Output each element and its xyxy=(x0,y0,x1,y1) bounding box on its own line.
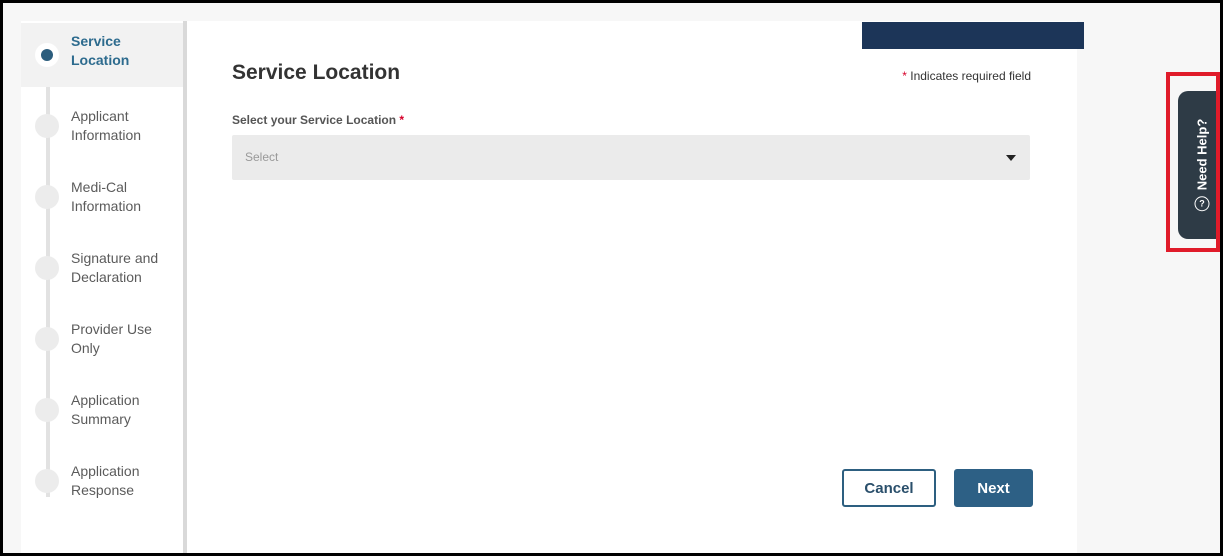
page-title: Service Location xyxy=(232,61,401,84)
step-dot-icon xyxy=(35,469,59,493)
select-value: Select xyxy=(245,150,279,164)
step-signature-declaration[interactable]: Signature and Declaration xyxy=(21,236,183,300)
required-note-text: Indicates required field xyxy=(910,69,1031,83)
progress-stepper: Service Location Applicant Information M… xyxy=(21,21,187,553)
caret-down-icon xyxy=(1006,155,1016,161)
form-card: Service Location * Indicates required fi… xyxy=(187,21,1084,553)
header-bar xyxy=(862,22,1084,49)
next-button[interactable]: Next xyxy=(954,469,1033,507)
step-application-response[interactable]: Application Response xyxy=(21,449,183,513)
step-provider-use-only[interactable]: Provider Use Only xyxy=(21,307,183,371)
step-label: Provider Use Only xyxy=(71,321,152,356)
step-label: Application Response xyxy=(71,463,140,498)
step-service-location[interactable]: Service Location xyxy=(21,23,183,87)
step-dot-icon xyxy=(35,327,59,351)
field-label-text: Select your Service Location xyxy=(232,113,397,127)
step-active-dot-icon xyxy=(35,43,59,67)
step-dot-icon xyxy=(35,256,59,280)
service-location-select[interactable]: Select xyxy=(232,135,1030,180)
step-application-summary[interactable]: Application Summary xyxy=(21,378,183,442)
required-star: * xyxy=(399,113,405,127)
step-label: Service Location xyxy=(71,33,130,68)
required-field-note: * Indicates required field xyxy=(902,69,1031,83)
step-dot-icon xyxy=(35,114,59,138)
highlight-box xyxy=(1166,72,1220,252)
step-dot-icon xyxy=(35,185,59,209)
step-label: Application Summary xyxy=(71,392,140,427)
step-label: Medi-Cal Information xyxy=(71,179,142,214)
step-applicant-information[interactable]: Applicant Information xyxy=(21,94,183,158)
step-label: Signature and Declaration xyxy=(71,250,159,285)
step-label: Applicant Information xyxy=(71,108,142,143)
required-star: * xyxy=(902,69,907,83)
app-frame: Service Location Applicant Information M… xyxy=(0,0,1223,556)
step-medi-cal-information[interactable]: Medi-Cal Information xyxy=(21,165,183,229)
service-location-label: Select your Service Location * xyxy=(232,113,404,127)
cancel-button[interactable]: Cancel xyxy=(842,469,936,507)
step-dot-icon xyxy=(35,398,59,422)
